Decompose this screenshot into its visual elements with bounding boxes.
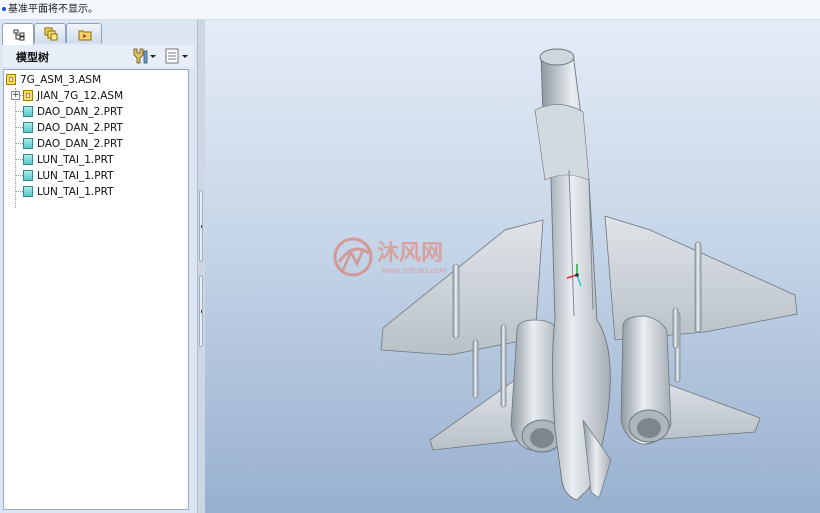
- tree-item[interactable]: JIAN_7G_12.ASM: [23, 88, 123, 104]
- watermark-url: www.mfcad.com: [381, 266, 447, 275]
- tree-root[interactable]: 7G_ASM_3.ASM: [6, 72, 101, 88]
- tree-item-label: DAO_DAN_2.PRT: [37, 122, 123, 134]
- tree-item[interactable]: LUN_TAI_1.PRT: [23, 168, 114, 184]
- tree-root-label: 7G_ASM_3.ASM: [20, 74, 102, 86]
- assembly-icon: [23, 90, 33, 101]
- collapse-handle[interactable]: [199, 190, 203, 262]
- status-bar: 基准平面将不显示。: [0, 0, 820, 20]
- tree-branch-line: [15, 127, 23, 128]
- part-icon: [23, 122, 33, 133]
- part-icon: [23, 170, 33, 181]
- intake-top: [539, 48, 575, 66]
- show-dropdown-button[interactable]: [164, 47, 192, 65]
- right-nozzle-inner: [637, 418, 661, 438]
- tree-item-label: LUN_TAI_1.PRT: [37, 186, 114, 198]
- tree-item-label: DAO_DAN_2.PRT: [37, 138, 123, 150]
- watermark-text: 沐风网: [377, 241, 443, 266]
- jet-model: 沐风网 www.mfcad.com: [333, 48, 798, 501]
- model-tree-title: 模型树: [16, 51, 49, 64]
- tree-branch-line: [15, 191, 23, 192]
- part-icon: [23, 106, 33, 117]
- tree-item[interactable]: DAO_DAN_2.PRT: [23, 104, 123, 120]
- settings-dropdown-button[interactable]: [130, 47, 158, 65]
- tree-item-label: LUN_TAI_1.PRT: [37, 154, 114, 166]
- navigator-tabs: [0, 23, 197, 45]
- show-list-icon: [165, 48, 188, 64]
- model-tree: 7G_ASM_3.ASM + JIAN_7G_12.ASM DAO_DAN_2.…: [3, 69, 189, 510]
- tree-branch-line: [15, 159, 23, 160]
- tree-branch-line: [15, 175, 23, 176]
- panel-splitter[interactable]: [197, 20, 205, 513]
- assembly-icon: [6, 74, 16, 85]
- tree-item[interactable]: LUN_TAI_1.PRT: [23, 184, 114, 200]
- navigator-panel: 模型树 7G_ASM_3.ASM + JIAN_7G_12.ASM DAO_DA…: [0, 20, 197, 513]
- status-message: 基准平面将不显示。: [8, 4, 98, 15]
- favorites-tab[interactable]: [66, 23, 102, 43]
- expand-icon[interactable]: +: [11, 91, 20, 100]
- tree-item-label: LUN_TAI_1.PRT: [37, 170, 114, 182]
- part-icon: [23, 186, 33, 197]
- expand-handle[interactable]: [199, 275, 203, 347]
- model-tree-header: 模型树: [2, 45, 194, 67]
- graphics-window[interactable]: 沐风网 www.mfcad.com: [205, 20, 820, 513]
- model-tree-tab-icon: [13, 29, 25, 41]
- tree-item-label: JIAN_7G_12.ASM: [37, 90, 124, 102]
- settings-icon: [133, 48, 156, 64]
- tree-item-label: DAO_DAN_2.PRT: [37, 106, 123, 118]
- tree-guide-line: [15, 88, 16, 208]
- status-bullet-icon: [2, 7, 6, 11]
- favorites-folder-icon: [78, 30, 92, 41]
- left-nozzle-inner: [530, 428, 554, 448]
- layers-tab[interactable]: [34, 23, 66, 43]
- model-tree-tab[interactable]: [2, 23, 34, 45]
- tree-item[interactable]: DAO_DAN_2.PRT: [23, 120, 123, 136]
- tree-branch-line: [15, 111, 23, 112]
- watermark-logo: [333, 237, 373, 277]
- forward-fuselage: [534, 104, 590, 181]
- part-icon: [23, 138, 33, 149]
- tree-branch-line: [15, 143, 23, 144]
- tree-item[interactable]: DAO_DAN_2.PRT: [23, 136, 123, 152]
- tree-item[interactable]: LUN_TAI_1.PRT: [23, 152, 114, 168]
- part-icon: [23, 154, 33, 165]
- layers-tab-icon: [44, 27, 58, 41]
